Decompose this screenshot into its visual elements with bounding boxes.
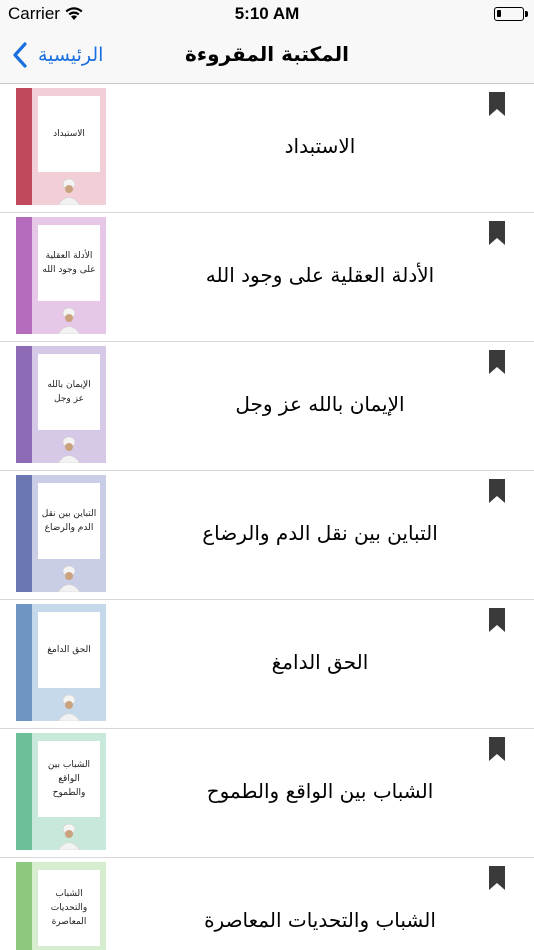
cover-title: الأدلة العقلية على وجود الله (38, 225, 100, 301)
book-cover: الحق الدامغ (16, 604, 106, 721)
book-title: الأدلة العقلية على وجود الله (205, 263, 435, 287)
author-portrait (57, 823, 81, 850)
list-item[interactable]: الاستبداد الاستبداد (0, 84, 534, 213)
book-cover: الشباب والتحديات المعاصرة (16, 862, 106, 950)
cover-title: الاستبداد (38, 96, 100, 172)
cover-title: التباين بين نقل الدم والرضاع (38, 483, 100, 559)
bookmark-icon[interactable] (489, 608, 505, 632)
list-item[interactable]: الشباب بين الواقع والطموح الشباب بين الو… (0, 729, 534, 858)
bookmark-icon[interactable] (489, 866, 505, 890)
book-cover: الشباب بين الواقع والطموح (16, 733, 106, 850)
book-title: الشباب والتحديات المعاصرة (204, 908, 436, 932)
book-title: التباين بين نقل الدم والرضاع (202, 521, 438, 545)
bookmark-icon[interactable] (489, 479, 505, 503)
cover-spine (16, 346, 32, 463)
navigation-bar: الرئيسية المكتبة المقروءة (0, 28, 534, 84)
list-item[interactable]: الإيمان بالله عز وجل الإيمان بالله عز وج… (0, 342, 534, 471)
cover-title: الشباب والتحديات المعاصرة (38, 870, 100, 946)
author-portrait (57, 436, 81, 463)
book-title: الاستبداد (284, 134, 356, 158)
battery-icon (494, 7, 524, 21)
book-cover: التباين بين نقل الدم والرضاع (16, 475, 106, 592)
cover-spine (16, 862, 32, 950)
bookmark-icon[interactable] (489, 92, 505, 116)
cover-spine (16, 733, 32, 850)
list-item[interactable]: الحق الدامغ الحق الدامغ (0, 600, 534, 729)
status-bar: Carrier 5:10 AM (0, 0, 534, 28)
list-item[interactable]: الشباب والتحديات المعاصرة الشباب والتحدي… (0, 858, 534, 950)
page-title: المكتبة المقروءة (185, 42, 349, 66)
cover-spine (16, 475, 32, 592)
book-cover: الإيمان بالله عز وجل (16, 346, 106, 463)
book-title: الإيمان بالله عز وجل (235, 392, 405, 416)
book-title: الشباب بين الواقع والطموح (206, 779, 434, 803)
author-portrait (57, 694, 81, 721)
book-list: الاستبداد الاستبداد الأدلة العقلية على و… (0, 84, 534, 950)
cover-spine (16, 217, 32, 334)
cover-spine (16, 604, 32, 721)
clock-time: 5:10 AM (234, 4, 300, 23)
cover-title: الحق الدامغ (38, 612, 100, 688)
cover-title: الشباب بين الواقع والطموح (38, 741, 100, 817)
book-cover: الأدلة العقلية على وجود الله (16, 217, 106, 334)
book-cover: الاستبداد (16, 88, 106, 205)
cover-title: الإيمان بالله عز وجل (38, 354, 100, 430)
cover-spine (16, 88, 32, 205)
bookmark-icon[interactable] (489, 737, 505, 761)
list-item[interactable]: الأدلة العقلية على وجود الله الأدلة العق… (0, 213, 534, 342)
battery-cap (525, 11, 528, 17)
author-portrait (57, 565, 81, 592)
author-portrait (57, 178, 81, 205)
bookmark-icon[interactable] (489, 221, 505, 245)
book-title: الحق الدامغ (271, 650, 369, 674)
list-item[interactable]: التباين بين نقل الدم والرضاع التباين بين… (0, 471, 534, 600)
author-portrait (57, 307, 81, 334)
bookmark-icon[interactable] (489, 350, 505, 374)
